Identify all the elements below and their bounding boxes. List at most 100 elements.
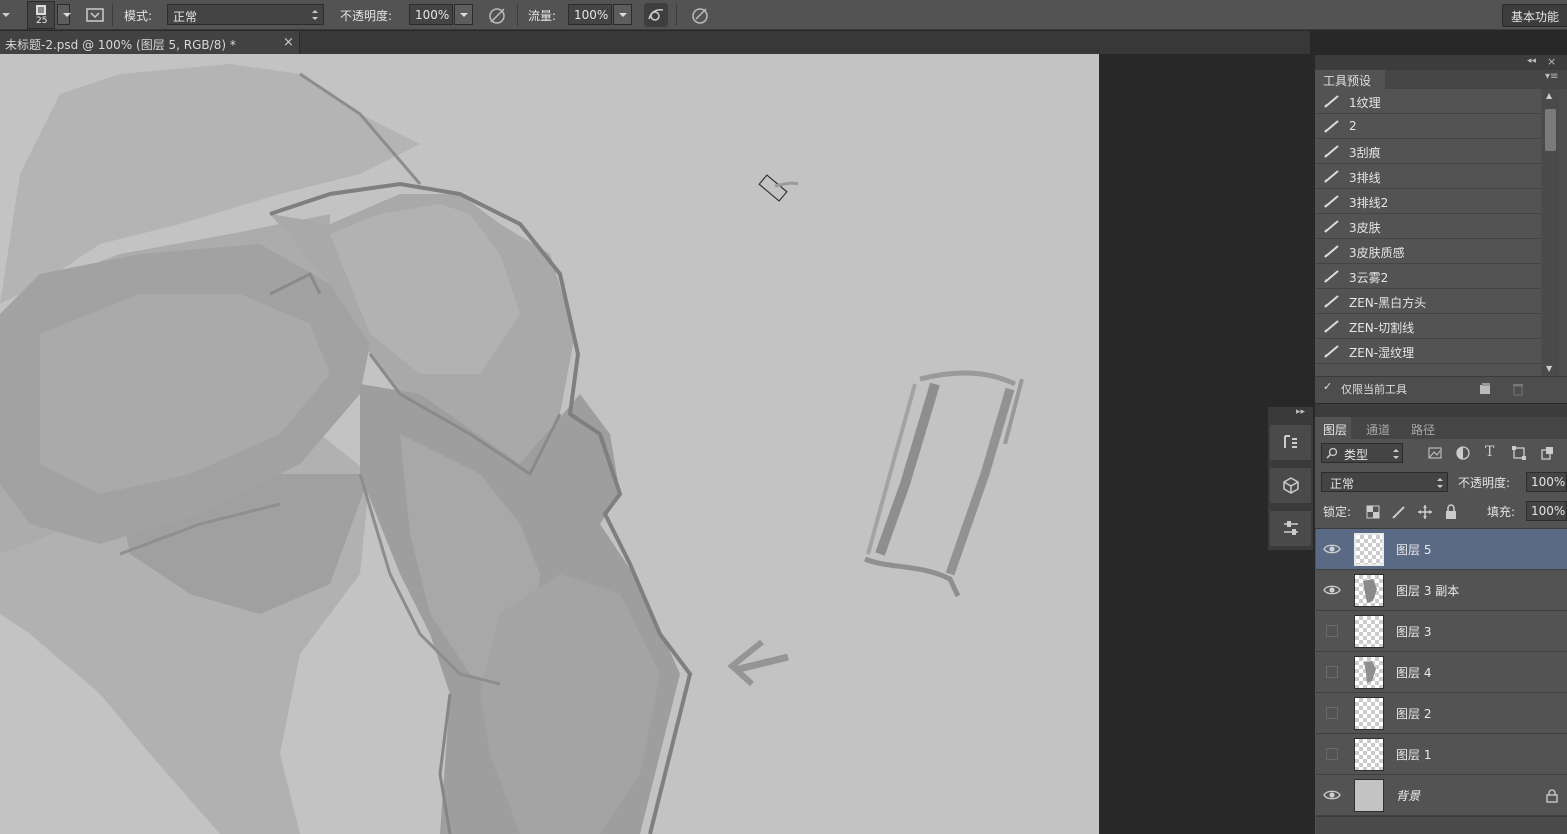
brush-panel-toggle-icon[interactable]: [83, 3, 107, 27]
expand-dock-icon[interactable]: ▸▸: [1296, 407, 1305, 417]
tool-preset-item[interactable]: ZEN-湿纹理: [1315, 339, 1541, 364]
pressure-size-icon[interactable]: [688, 3, 712, 27]
layer-row[interactable]: 背景: [1316, 775, 1567, 816]
tool-preset-label: 3皮肤质感: [1349, 246, 1405, 260]
layer-name: 图层 1: [1396, 748, 1432, 762]
scrollbar[interactable]: ▲ ▼: [1542, 89, 1559, 376]
visibility-toggle[interactable]: [1326, 625, 1338, 637]
tool-preset-item[interactable]: 2: [1315, 114, 1541, 139]
close-tab-icon[interactable]: ×: [283, 35, 294, 50]
lock-all-icon[interactable]: [1443, 504, 1459, 520]
tool-preset-item[interactable]: 1纹理: [1315, 89, 1541, 114]
lock-transparent-pixels-icon[interactable]: [1365, 504, 1381, 520]
tool-preset-label: 3皮肤: [1349, 221, 1381, 235]
tool-preset-item[interactable]: 3排线2: [1315, 189, 1541, 214]
adjustments-panel-button[interactable]: [1270, 511, 1311, 546]
layer-row[interactable]: 图层 2: [1316, 693, 1567, 734]
tool-preset-item[interactable]: 3皮肤质感: [1315, 239, 1541, 264]
lock-position-icon[interactable]: [1417, 504, 1433, 520]
layer-name: 图层 3 副本: [1396, 584, 1460, 598]
layer-row[interactable]: 图层 5: [1316, 529, 1567, 570]
brush-preset-button[interactable]: 25: [27, 1, 55, 29]
panel-header-bar: ◂◂ ×: [1315, 55, 1567, 70]
tool-preset-item[interactable]: 3刮痕: [1315, 139, 1541, 164]
tool-presets-panel: ◂◂ × 工具预设 ▾≡ 1纹理 2 3刮痕 3排线 3排线2 3皮肤 3皮肤质感 3云雾2 Z…: [1315, 55, 1567, 403]
pixel-filter-icon[interactable]: [1427, 445, 1443, 461]
layer-opacity-value: 100%: [1531, 475, 1566, 489]
tool-preset-label: ZEN-切割线: [1349, 321, 1415, 335]
tool-preset-label: 2: [1349, 119, 1357, 133]
layer-name: 图层 5: [1396, 543, 1432, 557]
lock-icon: [1546, 789, 1558, 803]
visibility-toggle[interactable]: [1326, 748, 1338, 760]
current-tool-only-checkbox[interactable]: ✓: [1323, 380, 1332, 393]
eye-icon[interactable]: [1323, 582, 1341, 598]
tool-preset-item[interactable]: 3云雾2: [1315, 264, 1541, 289]
tool-preset-label: ZEN-湿纹理: [1349, 346, 1415, 360]
smart-object-filter-icon[interactable]: [1539, 445, 1555, 461]
tool-preset-label: 3云雾2: [1349, 271, 1389, 285]
new-preset-icon[interactable]: [1478, 382, 1492, 396]
scroll-up-icon[interactable]: ▲: [1546, 91, 1552, 100]
workspace-button[interactable]: 基本功能: [1502, 4, 1567, 27]
opacity-label: 不透明度:: [340, 9, 393, 23]
brush-icon: [1324, 345, 1339, 358]
tool-preset-picker[interactable]: [0, 6, 12, 24]
type-filter-icon[interactable]: T: [1485, 444, 1494, 460]
lock-image-pixels-icon[interactable]: [1391, 504, 1407, 520]
visibility-toggle[interactable]: [1326, 666, 1338, 678]
properties-panel-button[interactable]: [1270, 468, 1311, 503]
flow-input[interactable]: 100%: [568, 4, 612, 25]
flow-label: 流量:: [528, 9, 557, 23]
tab-layers[interactable]: 图层: [1315, 417, 1351, 439]
document-canvas[interactable]: [0, 54, 1099, 834]
brush-size-value: 25: [36, 16, 48, 26]
mode-select[interactable]: 正常: [167, 4, 324, 25]
tab-channels[interactable]: 通道: [1366, 421, 1390, 438]
layer-opacity-input[interactable]: 100%: [1526, 472, 1567, 492]
document-tab[interactable]: 未标题-2.psd @ 100% (图层 5, RGB/8) * ×: [0, 31, 300, 54]
blend-mode-select[interactable]: 正常: [1321, 472, 1448, 492]
pressure-opacity-icon[interactable]: [485, 3, 509, 27]
trash-icon[interactable]: [1511, 382, 1525, 396]
layer-row[interactable]: 图层 3: [1316, 611, 1567, 652]
tool-preset-item[interactable]: 3皮肤: [1315, 214, 1541, 239]
opacity-input[interactable]: 100%: [409, 4, 453, 25]
search-icon: [1326, 447, 1338, 459]
panel-dock: ▸▸: [1268, 407, 1313, 550]
opacity-slider-dropdown[interactable]: [454, 4, 473, 25]
adjustment-filter-icon[interactable]: [1455, 445, 1471, 461]
sliders-icon: [1284, 521, 1298, 535]
layer-thumbnail: [1354, 656, 1384, 689]
tool-preset-item[interactable]: 3排线: [1315, 164, 1541, 189]
scroll-down-icon[interactable]: ▼: [1546, 364, 1552, 373]
collapse-icon[interactable]: ◂◂: [1527, 56, 1536, 66]
history-panel-button[interactable]: [1270, 425, 1311, 460]
layer-filter-select[interactable]: 类型: [1321, 443, 1403, 463]
tool-presets-title: 工具预设: [1323, 74, 1372, 88]
shape-filter-icon[interactable]: [1511, 445, 1527, 461]
tool-preset-item[interactable]: ZEN-黑白方头: [1315, 289, 1541, 314]
brush-icon: [1324, 295, 1339, 308]
layer-row[interactable]: 图层 3 副本: [1316, 570, 1567, 611]
brush-picker-dropdown[interactable]: [57, 4, 71, 25]
visibility-toggle[interactable]: [1326, 707, 1338, 719]
eye-icon[interactable]: [1323, 787, 1341, 803]
tool-presets-tab[interactable]: 工具预设: [1315, 70, 1385, 89]
scroll-thumb[interactable]: [1545, 109, 1556, 151]
layer-row[interactable]: 图层 4: [1316, 652, 1567, 693]
tab-paths[interactable]: 路径: [1411, 421, 1435, 438]
flow-slider-dropdown[interactable]: [613, 4, 632, 25]
fill-input[interactable]: 100%: [1526, 501, 1567, 521]
layer-filter-label: 类型: [1344, 448, 1369, 462]
layer-row[interactable]: 图层 1: [1316, 734, 1567, 775]
panel-menu-icon[interactable]: ▾≡: [1545, 71, 1558, 82]
close-panel-icon[interactable]: ×: [1547, 55, 1556, 68]
layers-footer: [1316, 816, 1567, 834]
eye-icon[interactable]: [1323, 541, 1341, 557]
brush-icon: [1324, 220, 1339, 233]
airbrush-icon[interactable]: [644, 3, 668, 27]
history-icon: [1284, 435, 1297, 448]
brush-icon: [1324, 120, 1339, 133]
tool-preset-item[interactable]: ZEN-切割线: [1315, 314, 1541, 339]
